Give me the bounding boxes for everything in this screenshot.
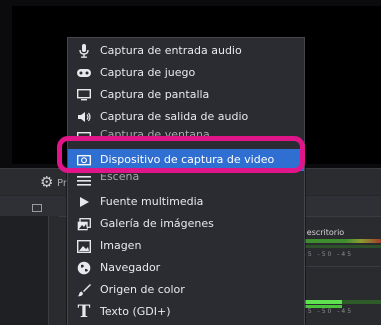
menu-item-image[interactable]: Imagen <box>68 235 304 257</box>
dock-divider <box>48 216 59 325</box>
meter-scale-2: 55 -50 -45 <box>302 308 354 315</box>
menu-item-color-source[interactable]: Origen de color <box>68 279 304 301</box>
gear-icon[interactable]: ⚙ <box>40 174 56 190</box>
volume-meter-active <box>302 300 342 304</box>
gamepad-icon <box>76 65 92 81</box>
menu-item-text-gdi[interactable]: T Texto (GDI+) <box>68 301 304 323</box>
menu-item-image-slideshow[interactable]: Galería de imágenes <box>68 213 304 235</box>
paint-brush-icon <box>76 282 92 298</box>
text-icon: T <box>77 302 91 322</box>
menu-item-label: Captura de entrada audio <box>100 44 242 57</box>
menu-item-audio-output[interactable]: Captura de salida de audio <box>68 106 304 128</box>
volume-meter-active-rest <box>342 300 381 304</box>
monitor-icon <box>76 87 92 103</box>
menu-item-media-source[interactable]: Fuente multimedia <box>68 191 304 213</box>
speaker-icon <box>76 109 92 125</box>
volume-meter <box>302 239 381 243</box>
obs-window: ⚙ Pr l escritorio 55 -50 -45 55 -50 -45 … <box>0 0 381 325</box>
menu-item-label: Escena <box>100 174 140 183</box>
mixer-separator <box>302 266 381 267</box>
menu-item-label: Galería de imágenes <box>100 217 214 230</box>
add-source-menu: Captura de entrada audio Captura de jueg… <box>67 37 305 325</box>
volume-meter-secondary <box>302 245 381 248</box>
menu-item-label: Texto (GDI+) <box>100 305 171 318</box>
menu-item-label: Captura de juego <box>100 66 196 79</box>
menu-item-label: Origen de color <box>100 283 185 296</box>
menu-item-game-capture[interactable]: Captura de juego <box>68 62 304 84</box>
gallery-icon <box>76 216 92 232</box>
mixer-source-label: l escritorio <box>302 228 345 237</box>
menu-item-label: Navegador <box>100 261 161 274</box>
menu-item-label: Captura de salida de audio <box>100 110 249 123</box>
menu-item-audio-input[interactable]: Captura de entrada audio <box>68 40 304 62</box>
highlight-outline <box>57 136 305 173</box>
menu-item-display-capture[interactable]: Captura de pantalla <box>68 84 304 106</box>
menu-item-scene[interactable]: Escena <box>68 174 304 186</box>
menu-item-label: Imagen <box>100 239 142 252</box>
microphone-icon <box>76 43 92 59</box>
menu-item-label: Captura de pantalla <box>100 88 210 101</box>
menu-item-browser[interactable]: Navegador <box>68 257 304 279</box>
image-icon <box>76 238 92 254</box>
scene-list-icon <box>76 174 92 186</box>
meter-scale: 55 -50 -45 <box>302 251 354 258</box>
globe-icon <box>76 260 92 276</box>
menu-item-label: Fuente multimedia <box>100 195 204 208</box>
play-icon <box>76 194 92 210</box>
gear-label-fragment: Pr <box>57 178 67 189</box>
dock-float-icon[interactable] <box>32 204 42 212</box>
